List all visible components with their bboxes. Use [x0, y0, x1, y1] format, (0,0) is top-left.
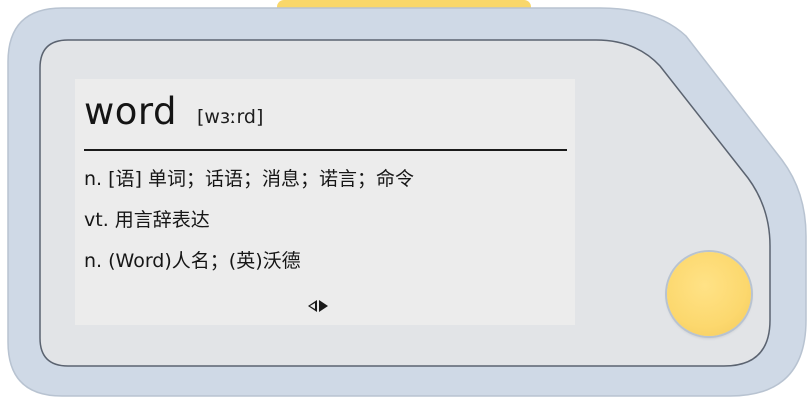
next-page-icon[interactable] — [319, 300, 328, 312]
dictionary-pen-device: word [wɜːrd] n. [语] 单词；话语；消息；诺言；命令 vt. 用… — [0, 0, 811, 400]
hardware-button[interactable] — [667, 252, 751, 336]
header-divider — [84, 149, 567, 151]
page-navigation — [308, 300, 344, 314]
prev-page-icon[interactable] — [308, 300, 317, 312]
headword: word — [84, 90, 177, 133]
definition-line: vt. 用言辞表达 — [84, 209, 210, 231]
phonetic-transcription: [wɜːrd] — [197, 106, 264, 128]
definition-line: n. [语] 单词；话语；消息；诺言；命令 — [84, 168, 414, 190]
e-ink-screen: word [wɜːrd] n. [语] 单词；话语；消息；诺言；命令 vt. 用… — [75, 79, 575, 325]
definition-line: n. (Word)人名；(英)沃德 — [84, 250, 301, 272]
